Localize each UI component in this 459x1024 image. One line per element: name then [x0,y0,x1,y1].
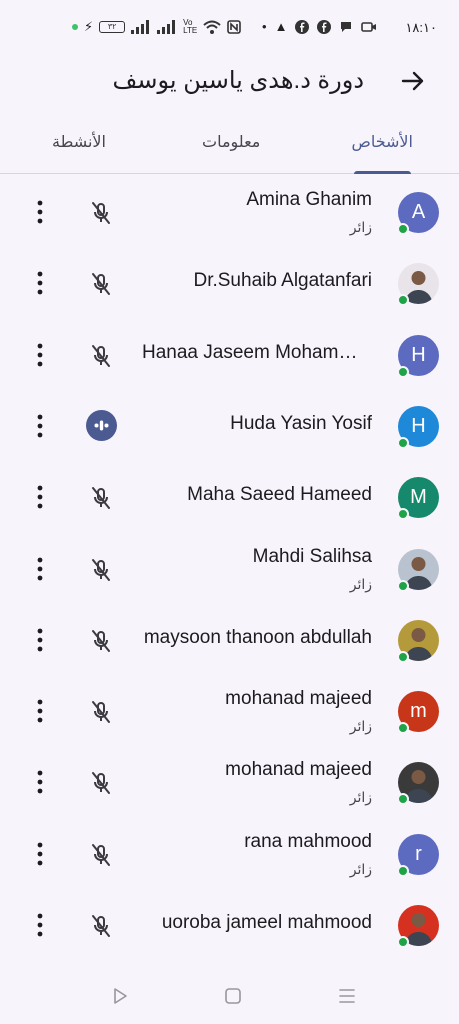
home-nav-icon[interactable] [221,984,245,1008]
tab-people[interactable]: الأشخاص [351,132,413,152]
participant-name: Maha Saeed Hameed [187,484,372,505]
tab-bar: الأشخاص معلومات الأنشطة [0,120,459,174]
participant-row[interactable]: uoroba jameel mahmood [0,888,459,959]
video-icon [361,22,377,32]
participant-name: Huda Yasin Yosif [230,413,372,434]
facebook-2-icon [317,20,332,34]
online-status-dot [397,508,409,520]
dot-icon: • [262,19,267,34]
more-vert-icon[interactable] [31,698,49,724]
battery-icon: ٣٢ [99,21,126,33]
warning-icon: ▲ [274,19,288,34]
participant-role: زائر [349,789,372,805]
participant-name: maysoon thanoon abdullah [143,627,372,648]
mic-off-icon [92,273,110,295]
online-status-dot [397,366,409,378]
tab-activities[interactable]: الأنشطة [52,132,106,152]
mic-off-icon [92,630,110,652]
facebook-icon [295,20,310,34]
participant-row[interactable]: m mohanad majeed زائر [0,674,459,745]
participant-role: زائر [349,576,372,592]
online-status-dot [397,793,409,805]
status-time: ١٨:١٠ [405,20,437,35]
participant-role: زائر [349,718,372,734]
more-vert-icon[interactable] [31,912,49,938]
wifi-icon [203,20,221,34]
mic-off-icon [92,701,110,723]
privacy-dot-icon [72,24,78,30]
participant-name: Hanaa Jaseem Mohammed [142,342,372,363]
participant-name: Amina Ghanim [246,189,372,210]
mic-off-icon [92,487,110,509]
participant-row[interactable]: H Hanaa Jaseem Mohammed [0,318,459,389]
participant-name: uoroba jameel mahmood [161,912,372,933]
participant-row[interactable]: M Maha Saeed Hameed [0,460,459,531]
mic-off-icon [92,844,110,866]
system-nav-bar [0,968,459,1024]
back-nav-icon[interactable] [108,984,132,1008]
participant-row[interactable]: maysoon thanoon abdullah [0,603,459,674]
participant-row[interactable]: H Huda Yasin Yosif [0,389,459,460]
more-vert-icon[interactable] [31,342,49,368]
participant-name: mohanad majeed [225,759,372,780]
more-vert-icon[interactable] [31,199,49,225]
online-status-dot [397,722,409,734]
page-title: دورة د.هدى ياسين يوسف [112,67,364,94]
participant-row[interactable]: Dr.Suhaib Algatanfari [0,246,459,317]
participant-role: زائر [349,219,372,235]
participant-row[interactable]: Mahdi Salihsa زائر [0,532,459,603]
mic-off-icon [92,202,110,224]
tab-info[interactable]: معلومات [202,132,260,152]
app-header: دورة د.هدى ياسين يوسف [0,58,459,110]
status-icons-left: ⚡ ٣٢ Vo LTE [72,18,242,35]
participant-role: زائر [349,861,372,877]
back-arrow-icon[interactable] [399,67,427,95]
nfc-icon [227,20,242,34]
tab-indicator [354,171,411,174]
online-status-dot [397,865,409,877]
participant-name: rana mahmood [244,831,372,852]
online-status-dot [397,936,409,948]
more-vert-icon[interactable] [31,769,49,795]
more-vert-icon[interactable] [31,270,49,296]
online-status-dot [397,223,409,235]
mic-off-icon [92,772,110,794]
more-vert-icon[interactable] [31,841,49,867]
participant-row[interactable]: A Amina Ghanim زائر [0,175,459,246]
status-bar: ⚡ ٣٢ Vo LTE • ▲ ١٨:١٠ [0,0,459,58]
online-status-dot [397,437,409,449]
participant-row[interactable]: r rana mahmood زائر [0,817,459,888]
mic-off-icon [92,559,110,581]
more-vert-icon[interactable] [31,627,49,653]
mic-off-icon [92,345,110,367]
online-status-dot [397,294,409,306]
online-status-dot [397,580,409,592]
more-vert-icon[interactable] [31,556,49,582]
signal-icon [131,20,150,34]
participant-row[interactable]: mohanad majeed زائر [0,745,459,816]
status-icons-right: • ▲ [262,19,377,35]
participant-name: Mahdi Salihsa [252,546,372,567]
volte-icon: Vo LTE [183,18,198,35]
participant-name: mohanad majeed [225,688,372,709]
more-vert-icon[interactable] [31,413,49,439]
recents-nav-icon[interactable] [335,984,359,1008]
chat-icon [341,22,352,32]
online-status-dot [397,651,409,663]
audio-levels-icon [86,410,117,441]
participant-name: Dr.Suhaib Algatanfari [193,270,372,291]
charging-icon: ⚡ [84,19,94,34]
more-vert-icon[interactable] [31,484,49,510]
signal-2-icon [157,20,176,34]
mic-off-icon [92,915,110,937]
